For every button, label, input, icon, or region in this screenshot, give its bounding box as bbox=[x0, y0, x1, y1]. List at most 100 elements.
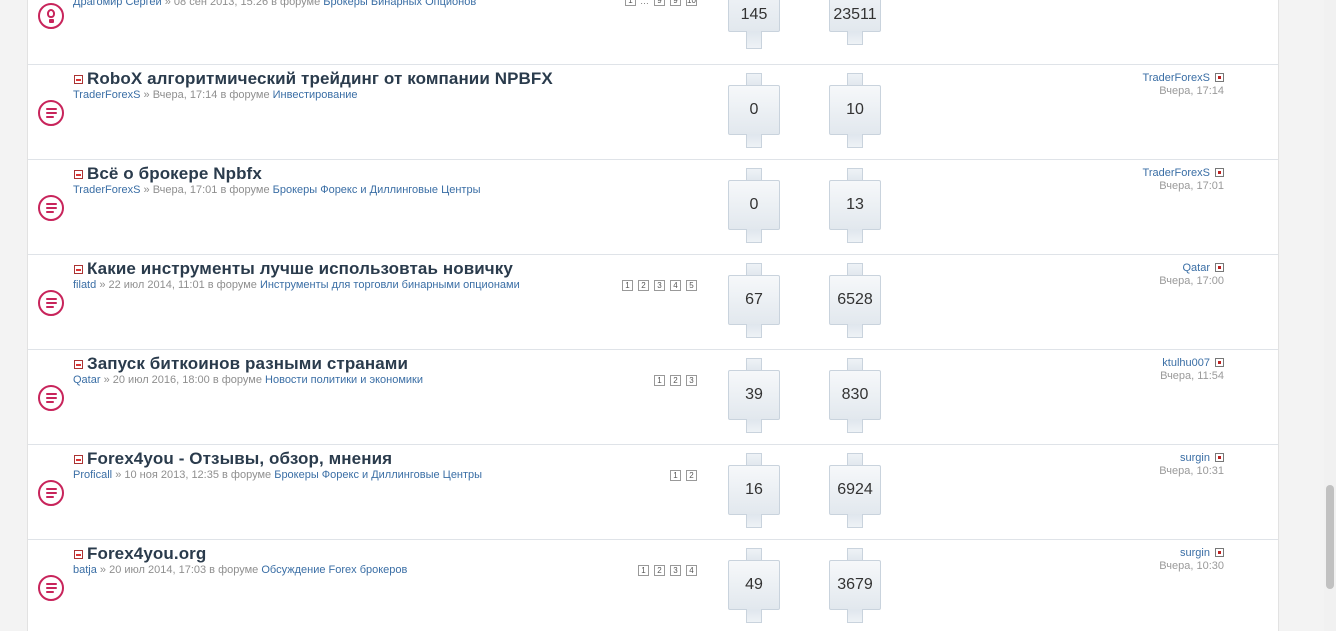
topic-forum-link[interactable]: Инвестирование bbox=[273, 89, 358, 101]
page-link[interactable]: 4 bbox=[686, 565, 697, 576]
new-post-icon[interactable] bbox=[74, 455, 83, 464]
topic-meta: filatd » 22 июл 2014, 11:01 в форуме Инс… bbox=[73, 279, 520, 291]
pagination: 12345 bbox=[617, 280, 697, 291]
table-row: RoboX алгоритмический трейдинг от компан… bbox=[28, 65, 1278, 160]
pagination: 1234 bbox=[633, 565, 697, 576]
topic-forum-link[interactable]: Брокеры Форекс и Диллинговые Центры bbox=[274, 469, 482, 481]
last-post-date: Вчера, 10:31 bbox=[1159, 465, 1224, 477]
page-link[interactable]: 1 bbox=[625, 0, 636, 6]
replies-count: 67 bbox=[728, 263, 780, 338]
new-post-icon[interactable] bbox=[74, 75, 83, 84]
topic-forum-link[interactable]: Новости политики и экономики bbox=[265, 374, 423, 386]
table-row: Forex4you - Отзывы, обзор, мнения Profic… bbox=[28, 445, 1278, 540]
new-post-icon[interactable] bbox=[74, 360, 83, 369]
last-post-author-link[interactable]: Qatar bbox=[1182, 262, 1210, 274]
page-link[interactable]: 3 bbox=[654, 280, 665, 291]
topic-icon bbox=[38, 575, 64, 601]
pagination: 123 bbox=[649, 375, 697, 386]
new-post-icon[interactable] bbox=[74, 550, 83, 559]
page-link[interactable]: 2 bbox=[686, 470, 697, 481]
pagination: 1 … 9 9 10 bbox=[620, 0, 697, 6]
last-post-date: Вчера, 17:01 bbox=[1159, 180, 1224, 192]
topic-author-link[interactable]: TraderForexS bbox=[73, 89, 140, 101]
page-link[interactable]: 5 bbox=[686, 280, 697, 291]
topic-date: » Вчера, 17:01 в форуме bbox=[143, 184, 270, 196]
scrollbar-thumb[interactable] bbox=[1326, 485, 1334, 589]
view-latest-post-icon[interactable] bbox=[1215, 263, 1224, 272]
last-post-author-link[interactable]: surgin bbox=[1180, 547, 1210, 559]
views-count: 23511 bbox=[829, 0, 881, 45]
last-post-date: Вчера, 17:14 bbox=[1159, 85, 1224, 97]
page-link[interactable]: 4 bbox=[670, 280, 681, 291]
view-latest-post-icon[interactable] bbox=[1215, 358, 1224, 367]
views-count: 3679 bbox=[829, 548, 881, 623]
topic-meta: Драгомир Сергей » 08 сен 2013, 15:26 в ф… bbox=[73, 0, 476, 8]
topic-author-link[interactable]: Драгомир Сергей bbox=[73, 0, 162, 8]
replies-count: 0 bbox=[728, 73, 780, 148]
table-row: Драгомир Сергей » 08 сен 2013, 15:26 в ф… bbox=[28, 0, 1278, 65]
topic-forum-link[interactable]: Брокеры Бинарных Опционов bbox=[323, 0, 476, 8]
topic-date: » 10 ноя 2013, 12:35 в форуме bbox=[115, 469, 272, 481]
topic-date: » 20 июл 2016, 18:00 в форуме bbox=[103, 374, 262, 386]
topic-title-link[interactable]: Forex4you.org bbox=[87, 544, 206, 564]
topic-icon bbox=[38, 385, 64, 411]
topic-title-link[interactable]: RoboX алгоритмический трейдинг от компан… bbox=[87, 69, 553, 89]
views-count: 6528 bbox=[829, 263, 881, 338]
page-link[interactable]: 1 bbox=[638, 565, 649, 576]
last-post-author-link[interactable]: TraderForexS bbox=[1143, 72, 1210, 84]
page-scrollbar[interactable] bbox=[1324, 0, 1336, 631]
view-latest-post-icon[interactable] bbox=[1215, 73, 1224, 82]
page-link[interactable]: 3 bbox=[686, 375, 697, 386]
last-post-author-link[interactable]: TraderForexS bbox=[1143, 167, 1210, 179]
topic-author-link[interactable]: Qatar bbox=[73, 374, 101, 386]
topic-meta: Qatar » 20 июл 2016, 18:00 в форуме Ново… bbox=[73, 374, 423, 386]
last-post: surgin Вчера, 10:31 bbox=[1159, 452, 1224, 477]
page-link[interactable]: 1 bbox=[654, 375, 665, 386]
page-link[interactable]: 1 bbox=[670, 470, 681, 481]
topic-list: Драгомир Сергей » 08 сен 2013, 15:26 в ф… bbox=[27, 0, 1279, 631]
topic-title-link[interactable]: Forex4you - Отзывы, обзор, мнения bbox=[87, 449, 392, 469]
views-count: 830 bbox=[829, 358, 881, 433]
topic-author-link[interactable]: TraderForexS bbox=[73, 184, 140, 196]
topic-author-link[interactable]: filatd bbox=[73, 279, 96, 291]
page-link[interactable]: 2 bbox=[654, 565, 665, 576]
last-post-author-link[interactable]: ktulhu007 bbox=[1162, 357, 1210, 369]
topic-icon bbox=[38, 290, 64, 316]
page-link[interactable]: 2 bbox=[670, 375, 681, 386]
new-post-icon[interactable] bbox=[74, 265, 83, 274]
page-link[interactable]: 9 bbox=[654, 0, 665, 6]
page-link[interactable]: 2 bbox=[638, 280, 649, 291]
topic-title-link[interactable]: Какие инструменты лучше использовтаь нов… bbox=[87, 259, 513, 279]
topic-forum-link[interactable]: Обсуждение Forex брокеров bbox=[261, 564, 407, 576]
last-post-author-link[interactable]: surgin bbox=[1180, 452, 1210, 464]
replies-count: 0 bbox=[728, 168, 780, 243]
last-post: ktulhu007 Вчера, 11:54 bbox=[1160, 357, 1224, 382]
page-link[interactable]: 3 bbox=[670, 565, 681, 576]
new-post-icon[interactable] bbox=[74, 170, 83, 179]
topic-title-link[interactable]: Запуск биткоинов разными странами bbox=[87, 354, 408, 374]
topic-date: » 22 июл 2014, 11:01 в форуме bbox=[99, 279, 257, 291]
topic-author-link[interactable]: batja bbox=[73, 564, 97, 576]
last-post: TraderForexS Вчера, 17:01 bbox=[1143, 167, 1224, 192]
view-latest-post-icon[interactable] bbox=[1215, 168, 1224, 177]
topic-forum-link[interactable]: Брокеры Форекс и Диллинговые Центры bbox=[273, 184, 481, 196]
last-post-date: Вчера, 17:00 bbox=[1159, 275, 1224, 287]
pagination: 12 bbox=[665, 470, 697, 481]
last-post: TraderForexS Вчера, 17:14 bbox=[1143, 72, 1224, 97]
last-post-date: Вчера, 11:54 bbox=[1160, 370, 1224, 382]
view-latest-post-icon[interactable] bbox=[1215, 548, 1224, 557]
topic-meta: Proficall » 10 ноя 2013, 12:35 в форуме … bbox=[73, 469, 482, 481]
topic-date: » 08 сен 2013, 15:26 в форуме bbox=[164, 0, 321, 8]
topic-author-link[interactable]: Proficall bbox=[73, 469, 112, 481]
replies-count: 145 bbox=[728, 0, 780, 49]
topic-title-link[interactable]: Всё о брокере Npbfx bbox=[87, 164, 262, 184]
table-row: Какие инструменты лучше использовтаь нов… bbox=[28, 255, 1278, 350]
page-link[interactable]: 1 bbox=[622, 280, 633, 291]
topic-icon bbox=[38, 100, 64, 126]
views-count: 6924 bbox=[829, 453, 881, 528]
page-link[interactable]: 10 bbox=[686, 0, 697, 6]
page-link[interactable]: 9 bbox=[670, 0, 681, 6]
last-post: Qatar Вчера, 17:00 bbox=[1159, 262, 1224, 287]
view-latest-post-icon[interactable] bbox=[1215, 453, 1224, 462]
topic-forum-link[interactable]: Инструменты для торговли бинарными опцио… bbox=[260, 279, 520, 291]
